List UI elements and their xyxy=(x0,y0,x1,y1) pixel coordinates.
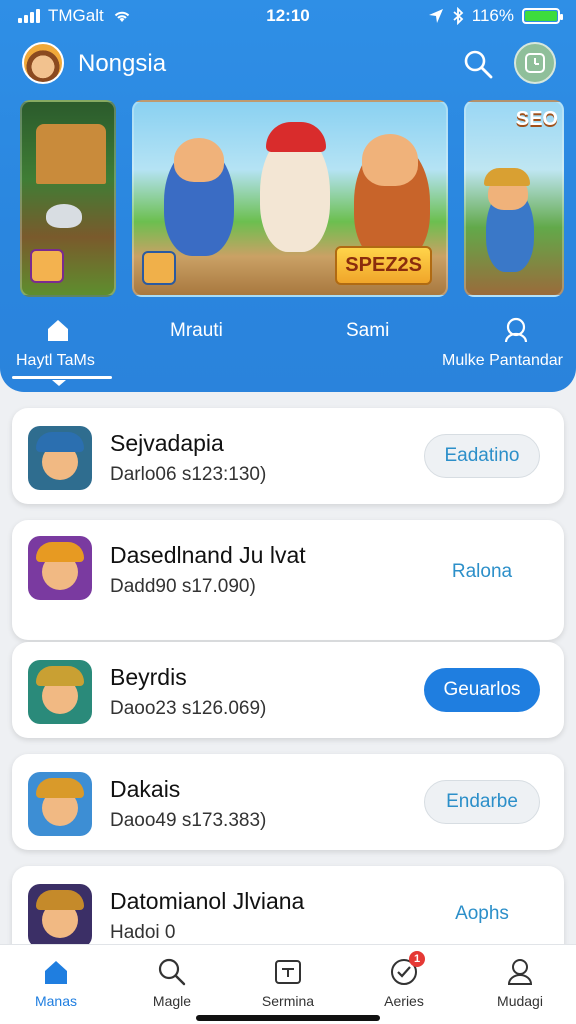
creature-illustration xyxy=(46,204,82,228)
game-title: Dasedlnand Ju lvat xyxy=(110,542,306,568)
nav-label: Manas xyxy=(34,993,78,1009)
nav-item-search[interactable]: Magle xyxy=(122,957,222,1009)
game-action-button[interactable]: Ralona xyxy=(424,550,540,594)
character-face xyxy=(362,134,418,186)
nav-label: Aeries xyxy=(384,993,424,1009)
nav-item-sermina[interactable]: Sermina xyxy=(238,957,338,1009)
home-icon xyxy=(45,961,67,984)
nav-label: Magle xyxy=(152,993,192,1009)
thumbnail-hat xyxy=(36,542,84,562)
search-icon[interactable] xyxy=(462,48,494,80)
list-item[interactable]: Dasedlnand Ju lvat Dadd90 s17.090) Ralon… xyxy=(12,520,564,640)
user-icon xyxy=(504,317,528,343)
game-title: Datomianol Jlviana xyxy=(110,888,305,914)
thumbnail-hat xyxy=(36,778,84,798)
home-indicator[interactable] xyxy=(196,1015,380,1021)
app-bar: Nongsia xyxy=(0,40,576,86)
hut-illustration xyxy=(36,124,106,184)
user-icon xyxy=(507,959,533,985)
game-title: Sejvadapia xyxy=(110,430,224,456)
app-logo[interactable] xyxy=(22,42,64,84)
status-bar: TMGalt 12:10 116% xyxy=(0,0,576,32)
hat xyxy=(484,168,530,186)
location-icon xyxy=(428,9,443,23)
mini-avatar xyxy=(142,251,176,285)
list-item[interactable]: Beyrdis Daoo23 s126.069) Geuarlos xyxy=(12,642,564,738)
list-item[interactable]: Dakais Daoo49 s173.383) Endarbe xyxy=(12,754,564,850)
game-thumbnail xyxy=(28,536,92,600)
tab-make-pantandar[interactable]: Mulke Pantandar xyxy=(440,316,576,376)
nav-item-home[interactable]: Manas xyxy=(6,957,106,1009)
battery-percent: 116% xyxy=(471,6,514,25)
thumbnail-hat xyxy=(36,666,84,686)
game-subtitle: Daoo49 s173.383) xyxy=(110,810,267,831)
calendar-icon xyxy=(275,960,301,984)
home-icon xyxy=(48,320,68,341)
nav-item-profile[interactable]: Mudagi xyxy=(470,957,570,1009)
nav-label: Sermina xyxy=(261,993,315,1009)
thumbnail-hat xyxy=(36,890,84,910)
game-action-button[interactable]: Geuarlos xyxy=(424,668,540,712)
search-icon xyxy=(158,958,186,986)
red-hat xyxy=(266,122,326,152)
game-title: Dakais xyxy=(110,776,181,802)
profile-button[interactable] xyxy=(514,42,556,84)
battery-icon xyxy=(522,8,563,24)
tab-sami[interactable]: Sami xyxy=(346,320,389,342)
tab-label: Mulke Pantandar xyxy=(442,352,563,369)
banner-tag: SEO xyxy=(515,108,558,130)
mini-avatar xyxy=(30,249,64,283)
game-thumbnail xyxy=(28,660,92,724)
active-tab-indicator xyxy=(12,376,112,379)
active-tab-caret xyxy=(52,380,66,386)
game-action-button[interactable]: Aophs xyxy=(424,892,540,936)
tab-play-games[interactable]: Haytl TaMs xyxy=(12,316,114,386)
nav-label: Mudagi xyxy=(497,993,543,1009)
thumbnail-hat xyxy=(36,432,84,452)
banner-card-featured[interactable]: SPEZ2S xyxy=(132,100,448,297)
game-action-button[interactable]: Endarbe xyxy=(424,780,540,824)
character-face xyxy=(174,138,224,182)
banner-card-left[interactable] xyxy=(20,100,116,297)
game-thumbnail xyxy=(28,426,92,490)
game-title: Beyrdis xyxy=(110,664,187,690)
timer-icon xyxy=(525,53,545,73)
game-action-button[interactable]: Eadatino xyxy=(424,434,540,478)
game-subtitle: Daoo23 s126.069) xyxy=(110,698,267,719)
header: TMGalt 12:10 116% Nongsia SPEZ2S SEO Hay… xyxy=(0,0,576,392)
nav-item-aeries[interactable]: 1 Aeries xyxy=(354,951,454,1009)
game-thumbnail xyxy=(28,772,92,836)
game-subtitle: Hadoi 0 xyxy=(110,922,176,943)
bluetooth-icon xyxy=(453,7,464,25)
tab-mrauti[interactable]: Mrauti xyxy=(170,320,223,342)
banner-card-right[interactable]: SEO xyxy=(464,100,564,297)
banner-badge: SPEZ2S xyxy=(335,246,432,285)
game-thumbnail xyxy=(28,884,92,948)
list-item[interactable]: Sejvadapia Darlo06 s123:130) Eadatino xyxy=(12,408,564,504)
bottom-nav: Manas Magle Sermina 1 Aeries Mudagi xyxy=(0,944,576,1024)
game-subtitle: Darlo06 s123:130) xyxy=(110,464,267,485)
game-subtitle: Dadd90 s17.090) xyxy=(110,576,256,597)
app-title: Nongsia xyxy=(78,50,167,77)
tab-label: Haytl TaMs xyxy=(16,352,95,369)
notification-badge: 1 xyxy=(409,951,425,967)
check-badge-icon: 1 xyxy=(389,951,425,987)
